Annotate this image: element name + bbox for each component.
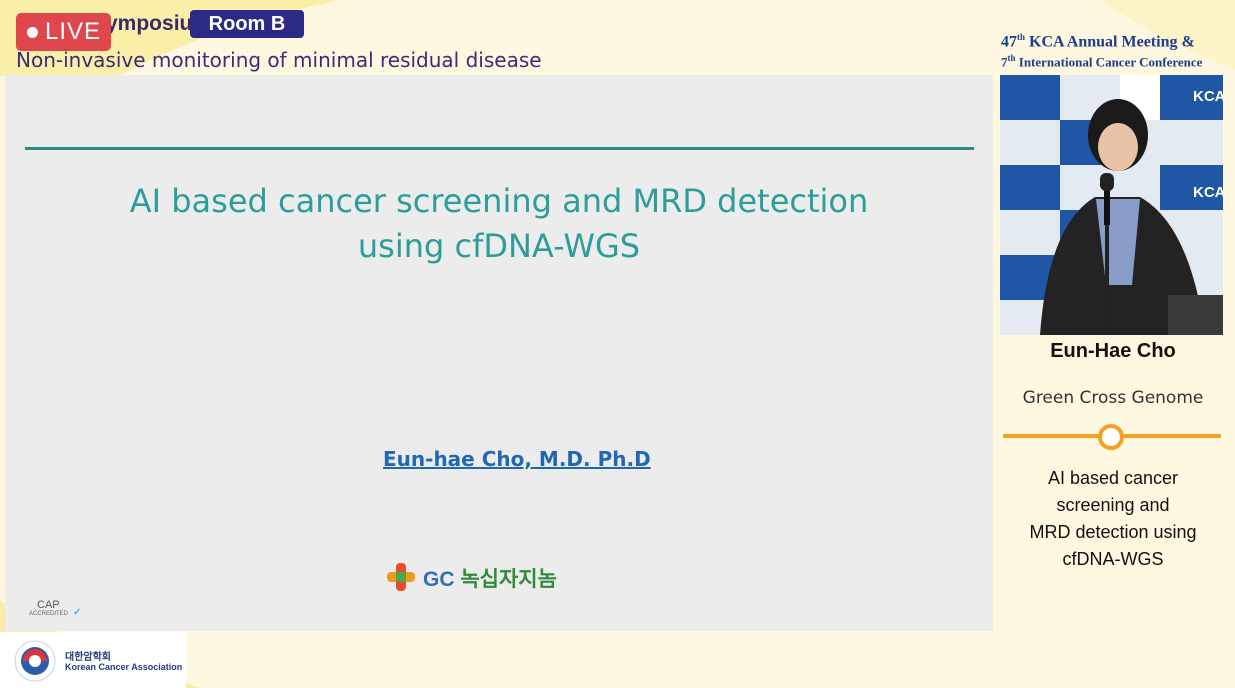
gc-logo-text: GC 녹십자지놈: [423, 563, 557, 593]
talk-title-line-3: MRD detection using: [1029, 522, 1197, 542]
room-badge: Room B: [190, 10, 304, 38]
slide-title-line-1: AI based cancer screening and MRD detect…: [129, 182, 869, 220]
talk-title-line-1: AI based cancer: [1047, 468, 1179, 488]
backdrop-logo-text: KCA: [1193, 88, 1223, 105]
backdrop-logo-text-2: KCA: [1193, 184, 1223, 201]
slide-title-line-2: using cfDNA-WGS: [357, 227, 641, 265]
live-label: LIVE: [45, 18, 102, 45]
session-header: Symposium 02 Room B Non-invasive monitor…: [0, 0, 990, 76]
kca-english-name: Korean Cancer Association: [65, 662, 183, 672]
gc-logo-abbrev: GC: [423, 568, 455, 591]
kca-footer-logo: 대한암학회 Korean Cancer Association: [0, 632, 186, 688]
conference-title-line-1: 47th KCA Annual Meeting &: [1001, 32, 1195, 51]
presentation-slide: AI based cancer screening and MRD detect…: [5, 75, 993, 631]
conference-title-line-2: 7th International Cancer Conference: [1001, 53, 1203, 70]
gc-logo-korean: 녹십자지놈: [460, 568, 557, 591]
session-subtitle: Non-invasive monitoring of minimal resid…: [16, 48, 542, 72]
slide-author-link[interactable]: Eun-hae Cho, M.D. Ph.D: [383, 447, 651, 471]
slide-divider: [25, 147, 974, 150]
speaker-video-frame: KCA KCA: [1000, 75, 1223, 335]
check-icon: ✓: [73, 607, 82, 618]
live-dot-icon: [27, 27, 38, 38]
divider-dot-icon: [1098, 424, 1124, 450]
cap-logo-text: CAP: [37, 599, 60, 611]
live-badge: LIVE: [16, 13, 111, 51]
kca-emblem-icon: [14, 640, 56, 682]
speaker-video: KCA KCA: [1000, 75, 1223, 335]
talk-title-line-2: screening and: [1056, 495, 1170, 515]
cap-logo-sub: ACCREDITED: [29, 611, 69, 617]
kca-korean-name: 대한암학회: [65, 652, 111, 663]
talk-title: AI based cancer screening and MRD detect…: [1000, 465, 1226, 573]
speaker-name: Eun-Hae Cho: [1050, 340, 1176, 362]
speaker-affiliation: Green Cross Genome: [1022, 388, 1204, 408]
slide-title: AI based cancer screening and MRD detect…: [5, 179, 993, 269]
gc-genome-logo: GC 녹십자지놈: [385, 561, 585, 593]
cap-accredited-logo: CAP ACCREDITED ✓: [27, 599, 87, 623]
gc-cross-icon: [387, 563, 415, 591]
talk-title-line-4: cfDNA-WGS: [1062, 549, 1164, 569]
